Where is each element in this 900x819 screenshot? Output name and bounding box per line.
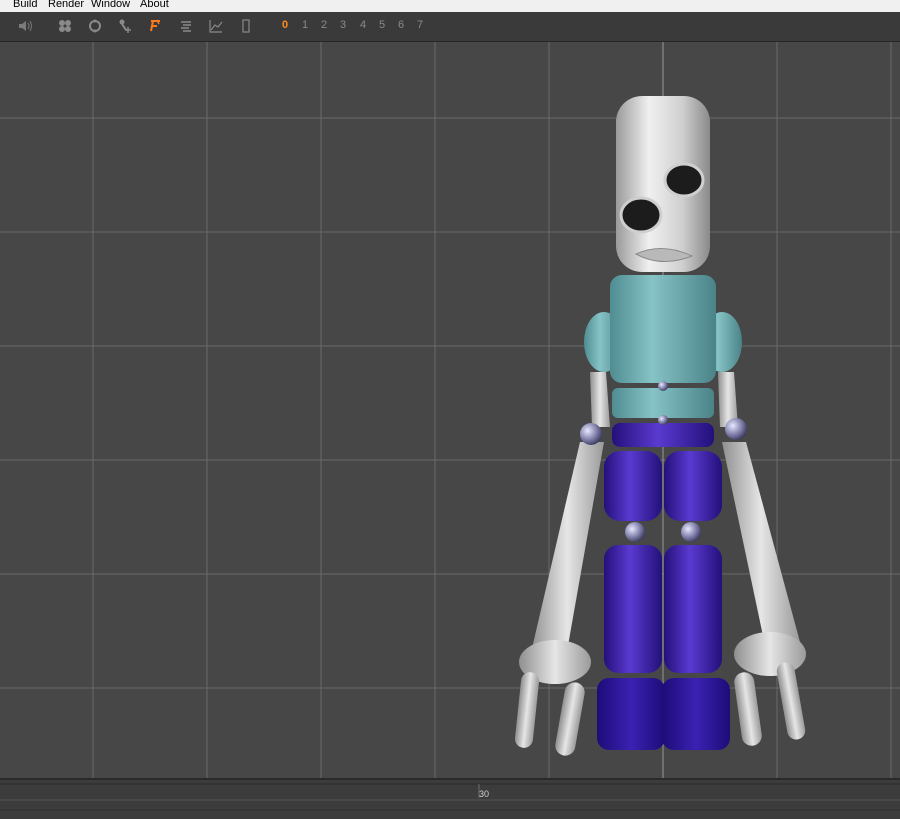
right-hand[interactable] xyxy=(734,632,806,676)
left-upper-arm[interactable] xyxy=(590,372,610,427)
left-foot[interactable] xyxy=(597,678,665,750)
menu-about[interactable]: About xyxy=(140,0,169,11)
right-elbow-joint[interactable] xyxy=(725,418,747,440)
tab-1[interactable]: 1 xyxy=(302,19,308,31)
orbit-icon[interactable] xyxy=(85,16,105,36)
left-forearm[interactable] xyxy=(530,442,604,657)
add-bone-icon[interactable] xyxy=(115,16,135,36)
left-eye xyxy=(619,196,663,234)
timeline-ruler[interactable] xyxy=(0,780,900,819)
left-shin[interactable] xyxy=(604,545,662,673)
right-shin[interactable] xyxy=(664,545,722,673)
left-thigh[interactable] xyxy=(604,451,662,521)
grid-dots-icon[interactable] xyxy=(55,16,75,36)
toolbar: 0 1 2 3 4 5 6 7 xyxy=(0,12,900,48)
waist[interactable] xyxy=(612,388,714,418)
scene-canvas[interactable] xyxy=(0,42,900,778)
frame-icon[interactable] xyxy=(236,16,256,36)
right-finger-2[interactable] xyxy=(775,661,806,741)
left-finger-2[interactable] xyxy=(554,681,587,757)
tab-3[interactable]: 3 xyxy=(340,19,346,31)
menu-render[interactable]: Render xyxy=(48,0,84,11)
layers-icon[interactable] xyxy=(176,16,196,36)
left-finger-1[interactable] xyxy=(514,671,540,748)
menu-window[interactable]: Window xyxy=(91,0,130,11)
left-knee-joint[interactable] xyxy=(625,522,645,542)
hip-joint[interactable] xyxy=(658,415,668,425)
tab-0[interactable]: 0 xyxy=(282,19,288,31)
torso[interactable] xyxy=(610,275,716,383)
tab-6[interactable]: 6 xyxy=(398,19,404,31)
tab-4[interactable]: 4 xyxy=(360,19,366,31)
left-elbow-joint[interactable] xyxy=(580,423,602,445)
viewport-3d[interactable] xyxy=(0,42,900,778)
right-finger-1[interactable] xyxy=(733,671,763,747)
menu-build[interactable]: Build xyxy=(13,0,37,11)
right-foot[interactable] xyxy=(662,678,730,750)
menu-bar: Build Render Window About xyxy=(0,0,900,12)
tab-2[interactable]: 2 xyxy=(321,19,327,31)
spine-joint[interactable] xyxy=(658,381,668,391)
right-knee-joint[interactable] xyxy=(681,522,701,542)
tab-5[interactable]: 5 xyxy=(379,19,385,31)
character-model[interactable] xyxy=(514,96,807,757)
speaker-icon[interactable] xyxy=(16,16,36,36)
right-thigh[interactable] xyxy=(664,451,722,521)
right-forearm[interactable] xyxy=(722,442,800,650)
graph-icon[interactable] xyxy=(206,16,226,36)
tab-7[interactable]: 7 xyxy=(417,19,423,31)
keyframe-icon[interactable] xyxy=(145,16,165,36)
timeline-marker-label: 30 xyxy=(479,789,490,799)
right-eye xyxy=(663,162,705,198)
pelvis[interactable] xyxy=(612,423,714,447)
timeline[interactable]: 30 xyxy=(0,778,900,819)
